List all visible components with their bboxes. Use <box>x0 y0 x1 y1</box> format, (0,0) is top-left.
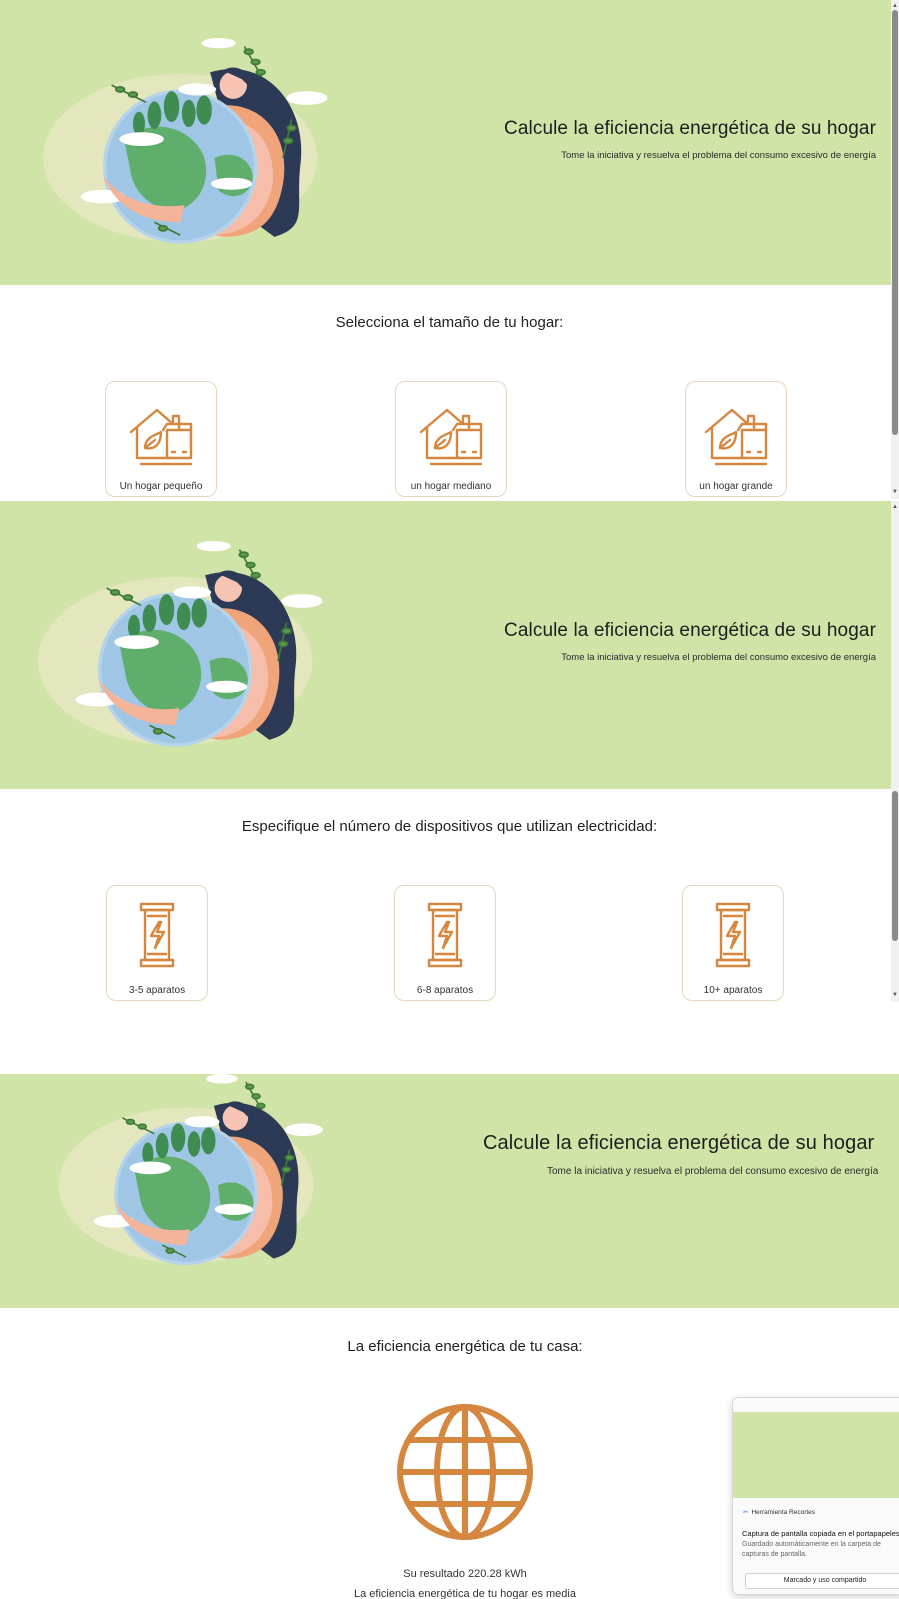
battery-bolt-icon <box>139 902 175 968</box>
eco-house-icon <box>704 408 768 466</box>
option-label: 6-8 aparatos <box>416 985 474 996</box>
snipping-tool-icon: ✂ <box>743 1509 749 1516</box>
hero-banner: Calcule la eficiencia energética de su h… <box>0 501 899 789</box>
snipping-tool-notification[interactable]: ✂ Herramienta Recortes Captura de pantall… <box>732 1397 899 1595</box>
screenshot-step-home-size: Calcule la eficiencia energética de su h… <box>0 0 899 499</box>
scroll-thumb[interactable] <box>892 10 898 435</box>
eco-house-icon <box>129 408 193 466</box>
battery-bolt-icon <box>715 902 751 968</box>
woman-hugging-earth-illustration <box>36 541 325 747</box>
device-count-option-3-5[interactable]: 3-5 aparatos <box>106 885 208 1001</box>
option-label: 3-5 aparatos <box>128 985 186 996</box>
markup-and-share-button[interactable]: Marcado y uso compartido <box>745 1573 899 1589</box>
option-label: un hogar grande <box>699 481 773 492</box>
option-label: Un hogar pequeño <box>119 481 203 492</box>
scroll-up-arrow[interactable]: ▲ <box>891 503 899 511</box>
device-count-option-6-8[interactable]: 6-8 aparatos <box>394 885 496 1001</box>
globe-icon <box>395 1402 535 1542</box>
hero-subtitle: Tome la iniciativa y resuelva el problem… <box>547 1166 879 1177</box>
eco-house-icon <box>419 408 483 466</box>
scrollbar[interactable]: ▲ ▼ <box>891 0 899 499</box>
hero-title: Calcule la eficiencia energética de su h… <box>483 1132 875 1154</box>
battery-bolt-icon <box>427 902 463 968</box>
scroll-thumb[interactable] <box>892 791 898 941</box>
notification-body: Guardado automáticamente en la carpeta d… <box>742 1541 881 1558</box>
hero-subtitle: Tome la iniciativa y resuelva el problem… <box>561 150 876 161</box>
screenshot-preview[interactable] <box>733 1412 899 1498</box>
hero-banner: Calcule la eficiencia energética de su h… <box>0 1074 899 1308</box>
screenshot-step-devices: Calcule la eficiencia energética de su h… <box>0 501 899 1002</box>
notification-app-name: ✂ Herramienta Recortes <box>743 1509 816 1516</box>
hero-subtitle: Tome la iniciativa y resuelva el problem… <box>561 652 876 663</box>
option-label: un hogar mediano <box>410 481 492 492</box>
notification-title: Captura de pantalla copiada en el portap… <box>742 1529 899 1538</box>
step-heading: Selecciona el tamaño de tu hogar: <box>335 314 564 331</box>
step-heading: Especifique el número de dispositivos qu… <box>241 818 658 835</box>
home-size-option-small[interactable]: Un hogar pequeño <box>105 381 217 497</box>
scroll-up-arrow[interactable]: ▲ <box>891 2 899 10</box>
step-heading: La eficiencia energética de tu casa: <box>347 1338 583 1355</box>
device-count-option-10-plus[interactable]: 10+ aparatos <box>682 885 784 1001</box>
scroll-down-arrow[interactable]: ▼ <box>891 991 899 999</box>
woman-hugging-earth-illustration <box>41 38 330 244</box>
hero-title: Calcule la eficiencia energética de su h… <box>504 118 876 139</box>
woman-hugging-earth-illustration <box>57 1074 325 1266</box>
home-size-option-large[interactable]: un hogar grande <box>685 381 787 497</box>
home-size-option-medium[interactable]: un hogar mediano <box>395 381 507 497</box>
hero-title: Calcule la eficiencia energética de su h… <box>504 620 876 641</box>
option-label: 10+ aparatos <box>703 985 763 996</box>
hero-banner: Calcule la eficiencia energética de su h… <box>0 0 899 285</box>
scrollbar[interactable]: ▲ ▼ <box>891 501 899 1002</box>
scroll-down-arrow[interactable]: ▼ <box>891 488 899 496</box>
